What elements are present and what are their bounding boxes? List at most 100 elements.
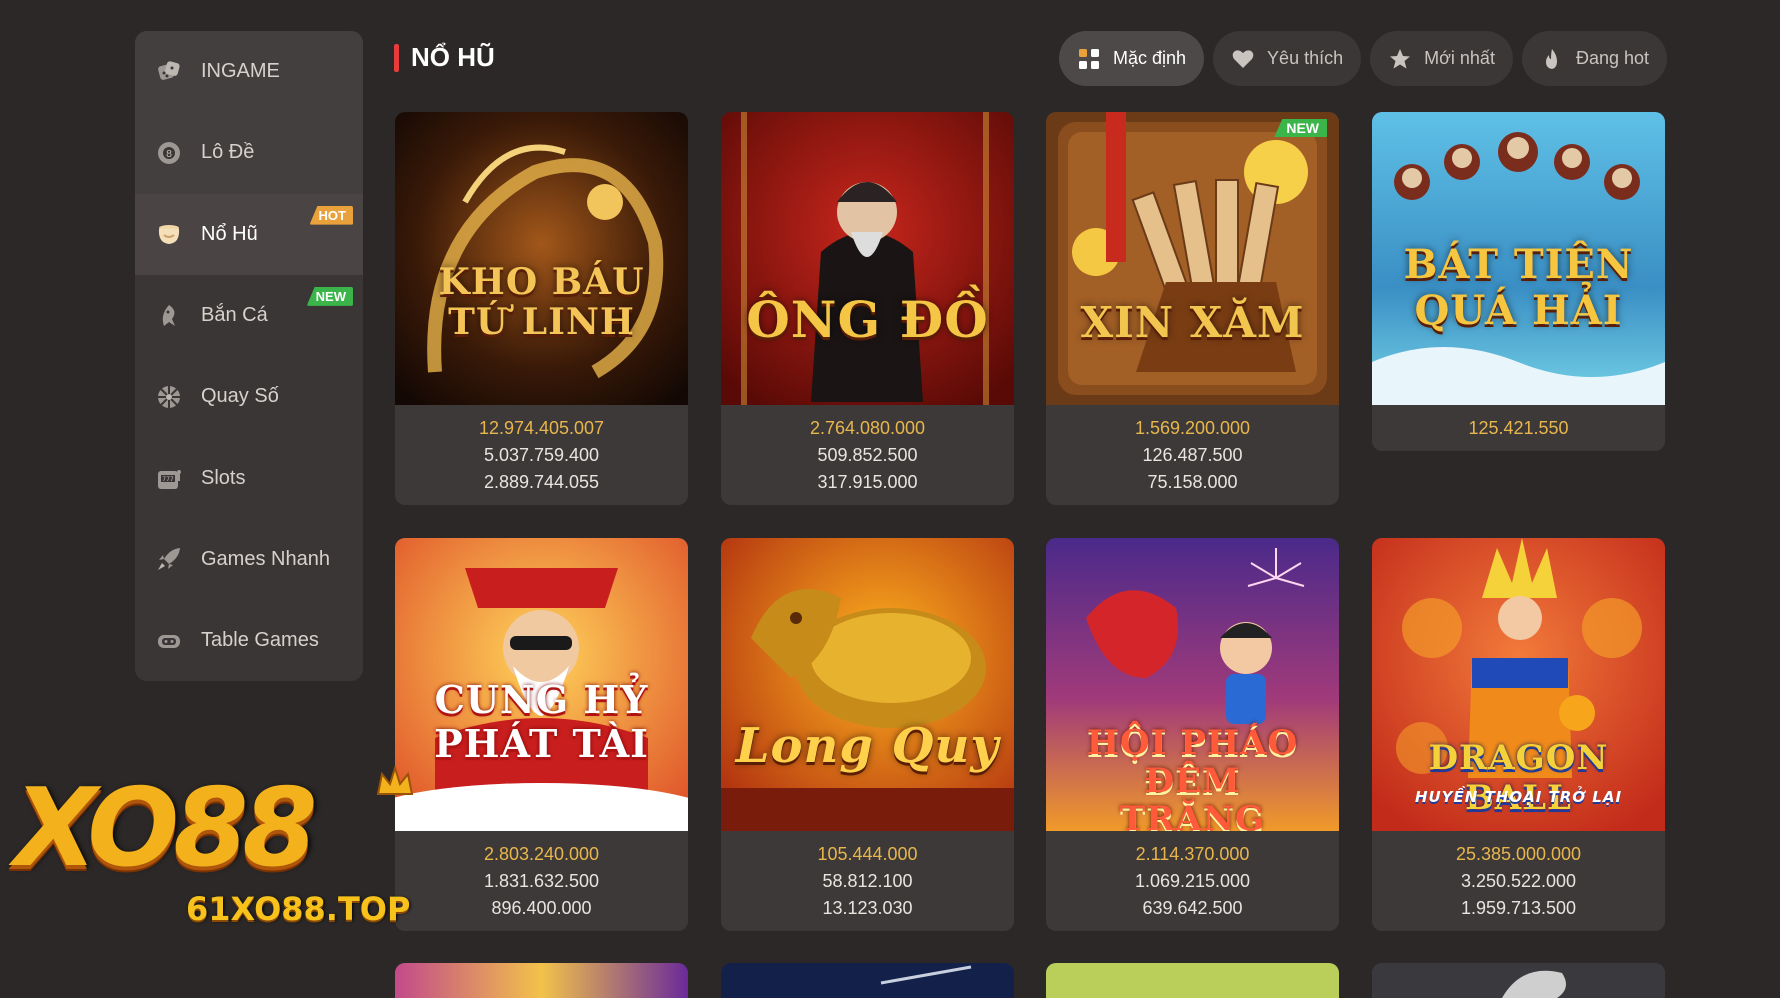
- crown-icon: [376, 766, 414, 795]
- game-card-cung-hy-phat-tai[interactable]: CUNG HỶ PHÁT TÀI 2.803.240.000 1.831.632…: [395, 538, 688, 931]
- game-thumbnail: [1372, 963, 1665, 998]
- jackpot-value: 1.069.215.000: [1134, 871, 1251, 891]
- rocket-icon: [155, 545, 183, 573]
- jackpot-value: 105.444.000: [817, 844, 918, 864]
- filter-hot[interactable]: Đang hot: [1521, 31, 1668, 86]
- game-title: HỘI PHÁO ĐÊM TRĂNG: [1086, 723, 1299, 831]
- page-title: NỔ HŨ: [394, 42, 495, 73]
- jackpot-value: 639.642.500: [1142, 898, 1243, 918]
- sidebar-item-lo-de[interactable]: 8 Lô Đề: [135, 112, 363, 194]
- jackpot-value: 126.487.500: [1142, 445, 1243, 465]
- game-thumbnail: HỘI PHÁO ĐÊM TRĂNG: [1046, 538, 1339, 831]
- jackpot-value: 75.158.000: [1147, 472, 1238, 492]
- game-card-kho-bau-tu-linh[interactable]: KHO BÁU TỨ LINH 12.974.405.007 5.037.759…: [395, 112, 688, 505]
- jackpot-value: 2.889.744.055: [483, 472, 600, 492]
- game-card-bat-tien-qua-hai[interactable]: BÁT TIÊN QUÁ HẢI 125.421.550: [1372, 112, 1665, 451]
- grid-icon: [1079, 48, 1099, 69]
- jackpot-value: 13.123.030: [822, 898, 913, 918]
- sidebar-item-quay-so[interactable]: Quay Số: [135, 356, 363, 437]
- game-title: CUNG HỶ PHÁT TÀI: [434, 677, 649, 766]
- sidebar-item-label: Table Games: [201, 629, 319, 652]
- flame-icon: [1545, 48, 1557, 69]
- sidebar-item-ban-ca[interactable]: Bắn Cá NEW: [135, 275, 363, 356]
- jackpot-pot-icon: [155, 220, 183, 248]
- sidebar-item-label: Nổ Hũ: [201, 222, 258, 245]
- game-title: KHO BÁU TỨ LINH: [438, 261, 645, 343]
- sidebar-item-label: Slots: [201, 466, 246, 489]
- game-thumbnail: DRAGON BALL HUYỀN THOẠI TRỞ LẠI: [1372, 538, 1665, 831]
- jackpot-value: 1.831.632.500: [483, 871, 600, 891]
- new-badge: NEW: [1274, 119, 1327, 137]
- jackpot-list: 25.385.000.000 3.250.522.000 1.959.713.5…: [1372, 831, 1665, 931]
- game-title: DRAGON BALL: [1428, 738, 1609, 818]
- game-card-dragon-ball[interactable]: DRAGON BALL HUYỀN THOẠI TRỞ LẠI 25.385.0…: [1372, 538, 1665, 931]
- svg-text:8: 8: [166, 149, 172, 160]
- slot-machine-icon: 777: [155, 464, 183, 492]
- sidebar-item-slots[interactable]: 777 Slots: [135, 437, 363, 518]
- game-subtitle: HUYỀN THOẠI TRỞ LẠI: [1414, 788, 1623, 806]
- game-title: BÁT TIÊN QUÁ HẢI: [1403, 241, 1634, 334]
- jackpot-list: 2.803.240.000 1.831.632.500 896.400.000: [395, 831, 688, 931]
- jackpot-value: 2.114.370.000: [1135, 844, 1250, 864]
- page-title-text: NỔ HŨ: [411, 42, 495, 72]
- jackpot-value: 5.037.759.400: [483, 445, 600, 465]
- jackpot-list: 2.764.080.000 509.852.500 317.915.000: [721, 405, 1014, 505]
- sidebar-item-table-games[interactable]: Table Games: [135, 600, 363, 681]
- filter-default[interactable]: Mặc định: [1059, 31, 1205, 86]
- game-thumbnail: Long Quy: [721, 538, 1014, 831]
- filter-label: Mặc định: [1113, 48, 1187, 68]
- wheel-icon: [155, 383, 183, 411]
- jackpot-list: 12.974.405.007 5.037.759.400 2.889.744.0…: [395, 405, 688, 505]
- game-card-partial[interactable]: [1372, 963, 1665, 998]
- sidebar-nav: INGAME 8 Lô Đề Nổ Hũ HOT Bắn Cá NEW Quay…: [135, 31, 363, 681]
- filter-favorite[interactable]: Yêu thích: [1213, 31, 1362, 86]
- filter-label: Yêu thích: [1267, 48, 1344, 68]
- game-card-partial[interactable]: [395, 963, 688, 998]
- game-thumbnail: NEW XIN XĂM: [1046, 112, 1339, 405]
- game-card-partial[interactable]: [721, 963, 1014, 998]
- sidebar-item-games-nhanh[interactable]: Games Nhanh: [135, 519, 363, 600]
- jackpot-value: 25.385.000.000: [1455, 844, 1582, 864]
- lottery-ball-icon: 8: [155, 139, 183, 167]
- game-thumbnail: ÔNG ĐỒ: [721, 112, 1014, 405]
- title-accent-bar: [394, 43, 399, 72]
- sidebar-item-label: INGAME: [201, 60, 280, 83]
- jackpot-value: 3.250.522.000: [1460, 871, 1577, 891]
- jackpot-value: 317.915.000: [817, 472, 918, 492]
- jackpot-list: 125.421.550: [1372, 405, 1665, 451]
- hot-badge: HOT: [309, 205, 353, 225]
- jackpot-list: 1.569.200.000 126.487.500 75.158.000: [1046, 405, 1339, 505]
- sidebar-item-label: Bắn Cá: [201, 304, 268, 327]
- jackpot-list: 2.114.370.000 1.069.215.000 639.642.500: [1046, 831, 1339, 931]
- jackpot-value: 2.803.240.000: [483, 844, 600, 864]
- game-card-xin-xam[interactable]: NEW XIN XĂM 1.569.200.000 126.487.500 75…: [1046, 112, 1339, 505]
- gamepad-icon: [155, 627, 183, 655]
- game-thumbnail: [395, 963, 688, 998]
- game-card-partial[interactable]: [1046, 963, 1339, 998]
- sidebar-item-ingame[interactable]: INGAME: [135, 31, 363, 113]
- logo-text: XO88: [14, 766, 318, 891]
- jackpot-value: 896.400.000: [491, 898, 592, 918]
- jackpot-value: 1.569.200.000: [1134, 418, 1251, 438]
- game-card-ong-do[interactable]: ÔNG ĐỒ 2.764.080.000 509.852.500 317.915…: [721, 112, 1014, 505]
- sidebar-item-label: Lô Đề: [201, 141, 255, 164]
- brand-logo-watermark: XO88 61XO88.TOP: [14, 766, 424, 936]
- filter-newest[interactable]: Mới nhất: [1370, 31, 1513, 86]
- sidebar-item-no-hu[interactable]: Nổ Hũ HOT: [135, 193, 363, 275]
- game-title: Long Quy: [735, 718, 1000, 774]
- game-thumbnail: KHO BÁU TỨ LINH: [395, 112, 688, 405]
- game-thumbnail: CUNG HỶ PHÁT TÀI: [395, 538, 688, 831]
- dice-icon: [155, 58, 183, 86]
- game-card-hoi-phao-dem-trang[interactable]: HỘI PHÁO ĐÊM TRĂNG 2.114.370.000 1.069.2…: [1046, 538, 1339, 931]
- game-title: ÔNG ĐỒ: [746, 290, 989, 349]
- game-card-long-quy[interactable]: Long Quy 105.444.000 58.812.100 13.123.0…: [721, 538, 1014, 931]
- filter-label: Mới nhất: [1424, 48, 1495, 68]
- jackpot-value: 509.852.500: [817, 445, 918, 465]
- game-thumbnail: [721, 963, 1014, 998]
- sidebar-item-label: Quay Số: [201, 385, 279, 408]
- star-icon: [1390, 48, 1411, 68]
- jackpot-value: 1.959.713.500: [1460, 898, 1577, 918]
- jackpot-value: 12.974.405.007: [478, 418, 605, 438]
- logo-site-url: 61XO88.TOP: [186, 890, 411, 928]
- filter-tabs: Mặc định Yêu thích Mới nhất Đang hot: [1059, 31, 1668, 86]
